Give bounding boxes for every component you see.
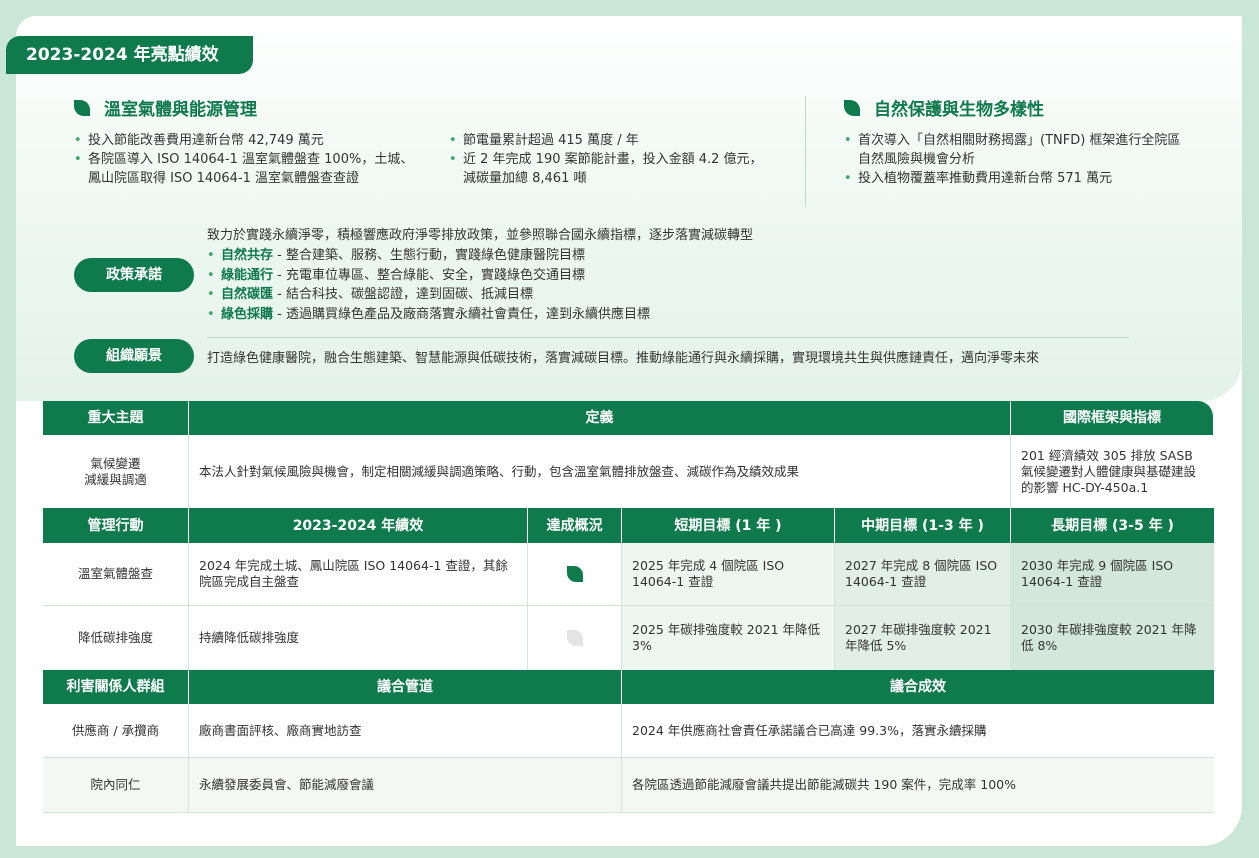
topic-header-row: 重大主題 定義 國際框架與指標 bbox=[43, 401, 1214, 435]
header-cell: 利害關係人群組 bbox=[43, 670, 189, 704]
ghg-right-list: 節電量累計超過 415 萬度 / 年 近 2 年完成 190 案節能計畫，投入金… bbox=[449, 131, 774, 188]
policy-label: 政策承諾 bbox=[74, 258, 194, 292]
stakeholder-row: 供應商 / 承攬商 廠商書面評核、廠商實地訪查 2024 年供應商社會責任承諾議… bbox=[43, 704, 1214, 758]
policy-keyword: 綠色採購 bbox=[221, 306, 274, 322]
leaf-icon bbox=[74, 99, 90, 116]
result-cell: 2024 年供應商社會責任承諾議合已高達 99.3%，落實永續採購 bbox=[632, 722, 987, 738]
performance-cell: 持續降低碳排強度 bbox=[189, 606, 528, 670]
year-tag: 2023-2024 年亮點績效 bbox=[6, 36, 253, 74]
action-row: 降低碳排強度 持續降低碳排強度 2025 年碳排強度較 2021 年降低 3% … bbox=[43, 606, 1214, 670]
ghg-section-title: 溫室氣體與能源管理 bbox=[74, 95, 257, 120]
nature-section-title: 自然保護與生物多樣性 bbox=[844, 95, 1044, 120]
policy-intro: 致力於實踐永續淨零，積極響應政府淨零排放政策，並參照聯合國永續指標，逐步落實減碳… bbox=[207, 228, 754, 243]
action-cell: 溫室氣體盤查 bbox=[43, 543, 189, 605]
in-progress-leaf-icon bbox=[566, 630, 583, 646]
policy-list: 自然共存 - 整合建築、服務、生態行動，實踐綠色健康醫院目標 綠能通行 - 充電… bbox=[207, 246, 650, 324]
short-term-cell: 2025 年碳排強度較 2021 年降低 3% bbox=[622, 606, 835, 670]
policy-text: - 整合建築、服務、生態行動，實踐綠色健康醫院目標 bbox=[273, 248, 585, 263]
list-item: 投入植物覆蓋率推動費用達新台幣 571 萬元 bbox=[844, 169, 1189, 188]
mid-term-cell: 2027 年碳排強度較 2021 年降低 5% bbox=[835, 606, 1011, 670]
policy-text: - 透過購買綠色產品及廠商落實永續社會責任，達到永續供應目標 bbox=[273, 306, 650, 322]
policy-keyword: 自然碳匯 bbox=[221, 287, 274, 302]
status-cell bbox=[528, 543, 622, 605]
header-cell: 管理行動 bbox=[43, 508, 189, 543]
vision-text: 打造綠色健康醫院，融合生態建築、智慧能源與低碳技術，落實減碳目標。推動綠能通行與… bbox=[207, 351, 1040, 366]
mid-term-cell: 2027 年完成 8 個院區 ISO 14064-1 查證 bbox=[835, 543, 1011, 605]
policy-item: 綠能通行 - 充電車位專區、整合綠能、安全，實踐綠色交通目標 bbox=[207, 266, 650, 286]
status-cell bbox=[528, 606, 622, 670]
list-item: 各院區導入 ISO 14064-1 溫室氣體盤查 100%，土城、鳳山院區取得 … bbox=[74, 150, 419, 188]
header-cell: 國際框架與指標 bbox=[1011, 401, 1214, 435]
long-term-cell: 2030 年碳排強度較 2021 年降低 8% bbox=[1011, 606, 1214, 670]
policy-item: 自然碳匯 - 結合科技、碳盤認證，達到固碳、抵減目標 bbox=[207, 285, 650, 305]
short-term-cell: 2025 年完成 4 個院區 ISO 14064-1 查證 bbox=[622, 543, 835, 605]
ghg-title-text: 溫室氣體與能源管理 bbox=[104, 100, 257, 120]
result-cell: 各院區透過節能減廢會議共提出節能減碳共 190 案件，完成率 100% bbox=[632, 777, 1017, 792]
nature-title-text: 自然保護與生物多樣性 bbox=[874, 100, 1044, 120]
framework-cell: 201 經濟績效 305 排放 SASB 氣候變遷對人體健康與基礎建設的影響 H… bbox=[1021, 447, 1197, 495]
channel-cell: 永續發展委員會、節能減廢會議 bbox=[189, 758, 622, 812]
group-cell: 院內同仁 bbox=[43, 758, 189, 812]
channel-cell: 廠商書面評核、廠商實地訪查 bbox=[189, 704, 622, 757]
policy-item: 自然共存 - 整合建築、服務、生態行動，實踐綠色健康醫院目標 bbox=[207, 246, 650, 266]
action-row: 溫室氣體盤查 2024 年完成土城、鳳山院區 ISO 14064-1 查證，其餘… bbox=[43, 543, 1214, 606]
policy-item: 綠色採購 - 透過購買綠色產品及廠商落實永續社會責任，達到永續供應目標 bbox=[207, 305, 650, 325]
list-item: 節電量累計超過 415 萬度 / 年 bbox=[449, 131, 774, 150]
header-cell: 定義 bbox=[189, 401, 1011, 435]
policy-keyword: 自然共存 bbox=[221, 248, 274, 263]
list-item: 首次導入「自然相關財務揭露」(TNFD) 框架進行全院區自然風險與機會分析 bbox=[844, 131, 1189, 169]
section-divider bbox=[805, 96, 806, 206]
policy-divider bbox=[207, 337, 1129, 338]
achieved-leaf-icon bbox=[566, 566, 583, 582]
stakeholder-header-row: 利害關係人群組 議合管道 議合成效 bbox=[43, 670, 1214, 704]
group-cell: 供應商 / 承攬商 bbox=[43, 704, 189, 757]
stakeholder-row: 院內同仁 永續發展委員會、節能減廢會議 各院區透過節能減廢會議共提出節能減碳共 … bbox=[43, 758, 1214, 813]
header-cell: 議合成效 bbox=[622, 670, 1214, 704]
action-header-row: 管理行動 2023-2024 年績效 達成概況 短期目標 (1 年 ) 中期目標… bbox=[43, 508, 1214, 543]
policy-keyword: 綠能通行 bbox=[221, 267, 274, 283]
policy-text: - 結合科技、碳盤認證，達到固碳、抵減目標 bbox=[273, 287, 533, 302]
header-cell: 2023-2024 年績效 bbox=[189, 508, 528, 543]
header-cell: 中期目標 (1-3 年 ) bbox=[835, 508, 1011, 543]
definition-cell: 本法人針對氣候風險與機會，制定相關減緩與調適策略、行動，包含溫室氣體排放盤查、減… bbox=[189, 435, 1011, 508]
header-cell: 長期目標 (3-5 年 ) bbox=[1011, 508, 1214, 543]
topic-row: 氣候變遷 減緩與調適 本法人針對氣候風險與機會，制定相關減緩與調適策略、行動，包… bbox=[43, 435, 1214, 508]
header-cell: 短期目標 (1 年 ) bbox=[622, 508, 835, 543]
long-term-cell: 2030 年完成 9 個院區 ISO 14064-1 查證 bbox=[1011, 543, 1214, 605]
list-item: 近 2 年完成 190 案節能計畫，投入金額 4.2 億元，減碳量加總 8,46… bbox=[449, 150, 774, 188]
header-cell: 達成概況 bbox=[528, 508, 622, 543]
nature-list: 首次導入「自然相關財務揭露」(TNFD) 框架進行全院區自然風險與機會分析 投入… bbox=[844, 131, 1189, 188]
topic-cell: 氣候變遷 減緩與調適 bbox=[43, 435, 189, 508]
action-cell: 降低碳排強度 bbox=[43, 606, 189, 670]
ghg-left-list: 投入節能改善費用達新台幣 42,749 萬元 各院區導入 ISO 14064-1… bbox=[74, 131, 419, 188]
leaf-icon bbox=[844, 99, 860, 116]
list-item: 投入節能改善費用達新台幣 42,749 萬元 bbox=[74, 131, 419, 150]
policy-text: - 充電車位專區、整合綠能、安全，實踐綠色交通目標 bbox=[273, 267, 585, 283]
performance-cell: 2024 年完成土城、鳳山院區 ISO 14064-1 查證，其餘院區完成自主盤… bbox=[189, 543, 528, 605]
vision-label: 組織願景 bbox=[74, 339, 194, 373]
header-cell: 議合管道 bbox=[189, 670, 622, 704]
header-cell: 重大主題 bbox=[43, 401, 189, 435]
